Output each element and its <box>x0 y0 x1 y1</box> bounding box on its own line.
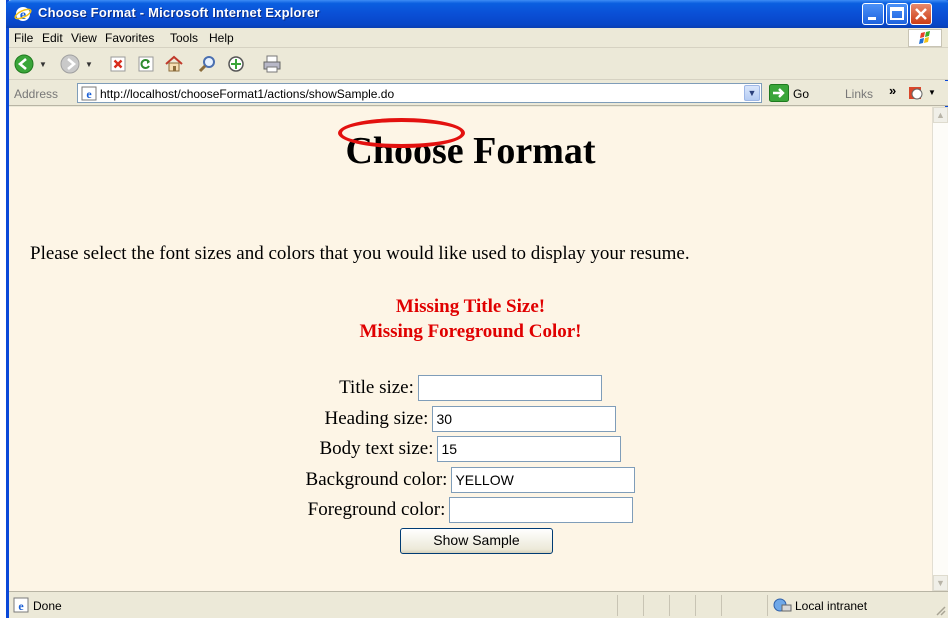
status-divider <box>721 595 722 616</box>
background-color-input[interactable]: YELLOW <box>451 467 636 493</box>
back-icon[interactable] <box>13 53 35 75</box>
windows-flag-icon <box>919 31 930 44</box>
close-button[interactable] <box>910 3 932 25</box>
print-icon[interactable] <box>261 53 283 75</box>
status-text: Done <box>33 599 62 613</box>
address-bar: Address e http://localhost/chooseFormat1… <box>9 81 948 106</box>
forward-dropdown-icon[interactable]: ▼ <box>85 60 93 69</box>
body-text-size-input[interactable]: 15 <box>437 436 622 462</box>
resize-grip-icon[interactable] <box>934 604 946 616</box>
minimize-icon <box>868 17 876 20</box>
address-url[interactable]: http://localhost/chooseFormat1/actions/s… <box>100 87 394 101</box>
refresh-icon[interactable] <box>135 53 157 75</box>
menu-favorites[interactable]: Favorites <box>105 31 154 45</box>
maximize-icon <box>890 7 904 20</box>
heading-size-label: Heading size: <box>324 408 429 429</box>
scroll-down-icon[interactable]: ▼ <box>933 575 948 591</box>
foreground-color-input[interactable] <box>449 497 634 523</box>
browser-window: e Choose Format - Microsoft Internet Exp… <box>6 0 948 618</box>
status-divider <box>643 595 644 616</box>
links-dropdown-icon[interactable]: ▼ <box>928 88 936 97</box>
page-done-icon: e <box>13 597 29 613</box>
title-size-row: Title size: <box>9 375 932 403</box>
body-text-size-row: Body text size: 15 <box>9 436 932 464</box>
window-title: Choose Format - Microsoft Internet Explo… <box>38 5 320 20</box>
maximize-button[interactable] <box>886 3 908 25</box>
menu-file[interactable]: File <box>14 31 33 45</box>
show-sample-button[interactable]: Show Sample <box>400 528 553 554</box>
foreground-color-row: Foreground color: <box>9 497 932 525</box>
menu-bar: File Edit View Favorites Tools Help <box>9 28 948 48</box>
links-label[interactable]: Links <box>845 87 873 101</box>
status-bar: e Done Local intranet <box>9 591 948 618</box>
title-bar: e Choose Format - Microsoft Internet Exp… <box>6 0 948 28</box>
title-size-label: Title size: <box>339 377 414 398</box>
status-divider <box>617 595 618 616</box>
back-dropdown-icon[interactable]: ▼ <box>39 60 47 69</box>
home-icon[interactable] <box>163 53 185 75</box>
page-content: Choose Format Please select the font siz… <box>9 107 932 591</box>
heading-size-input[interactable]: 30 <box>432 406 617 432</box>
error-title-size: Missing Title Size! <box>395 296 546 317</box>
zone-text: Local intranet <box>795 599 868 613</box>
intro-text: Please select the font sizes and colors … <box>30 243 690 264</box>
error-foreground-color: Missing Foreground Color! <box>359 321 582 342</box>
research-icon[interactable] <box>907 84 925 102</box>
close-icon <box>915 8 927 20</box>
menu-edit[interactable]: Edit <box>42 31 63 45</box>
minimize-button[interactable] <box>862 3 884 25</box>
foreground-color-label: Foreground color: <box>307 499 446 520</box>
address-label: Address <box>14 87 59 101</box>
menu-help[interactable]: Help <box>209 31 234 45</box>
links-chevron-icon[interactable]: » <box>889 83 896 98</box>
windows-logo <box>908 29 942 47</box>
annotation-ellipse <box>338 118 465 148</box>
stop-icon[interactable] <box>107 53 129 75</box>
status-divider <box>767 595 768 616</box>
status-divider <box>669 595 670 616</box>
svg-text:e: e <box>18 599 24 613</box>
scroll-up-icon[interactable]: ▲ <box>933 107 948 123</box>
search-icon[interactable] <box>197 53 219 75</box>
local-intranet-icon <box>773 598 792 612</box>
status-divider <box>695 595 696 616</box>
address-input[interactable]: e http://localhost/chooseFormat1/actions… <box>77 83 762 103</box>
heading-size-row: Heading size: 30 <box>9 406 932 434</box>
svg-text:e: e <box>86 87 92 101</box>
background-color-row: Background color: YELLOW <box>9 467 932 495</box>
background-color-label: Background color: <box>305 469 448 490</box>
forward-icon[interactable] <box>59 53 81 75</box>
page-title: Choose Format <box>345 130 596 172</box>
go-button[interactable]: Go <box>793 87 809 101</box>
menu-tools[interactable]: Tools <box>170 31 198 45</box>
address-dropdown-icon[interactable]: ▼ <box>744 85 760 101</box>
vertical-scrollbar[interactable]: ▲ ▼ <box>932 107 948 591</box>
menu-view[interactable]: View <box>71 31 97 45</box>
title-size-input[interactable] <box>417 375 602 401</box>
error-messages: Missing Title Size! Missing Foreground C… <box>9 294 932 344</box>
toolbar: ▼ ▼ <box>9 48 948 80</box>
go-arrow-icon[interactable] <box>769 84 789 102</box>
favorites-icon[interactable] <box>225 53 247 75</box>
ie-page-icon: e <box>81 86 97 101</box>
ie-icon: e <box>14 7 32 23</box>
body-text-size-label: Body text size: <box>319 438 434 459</box>
